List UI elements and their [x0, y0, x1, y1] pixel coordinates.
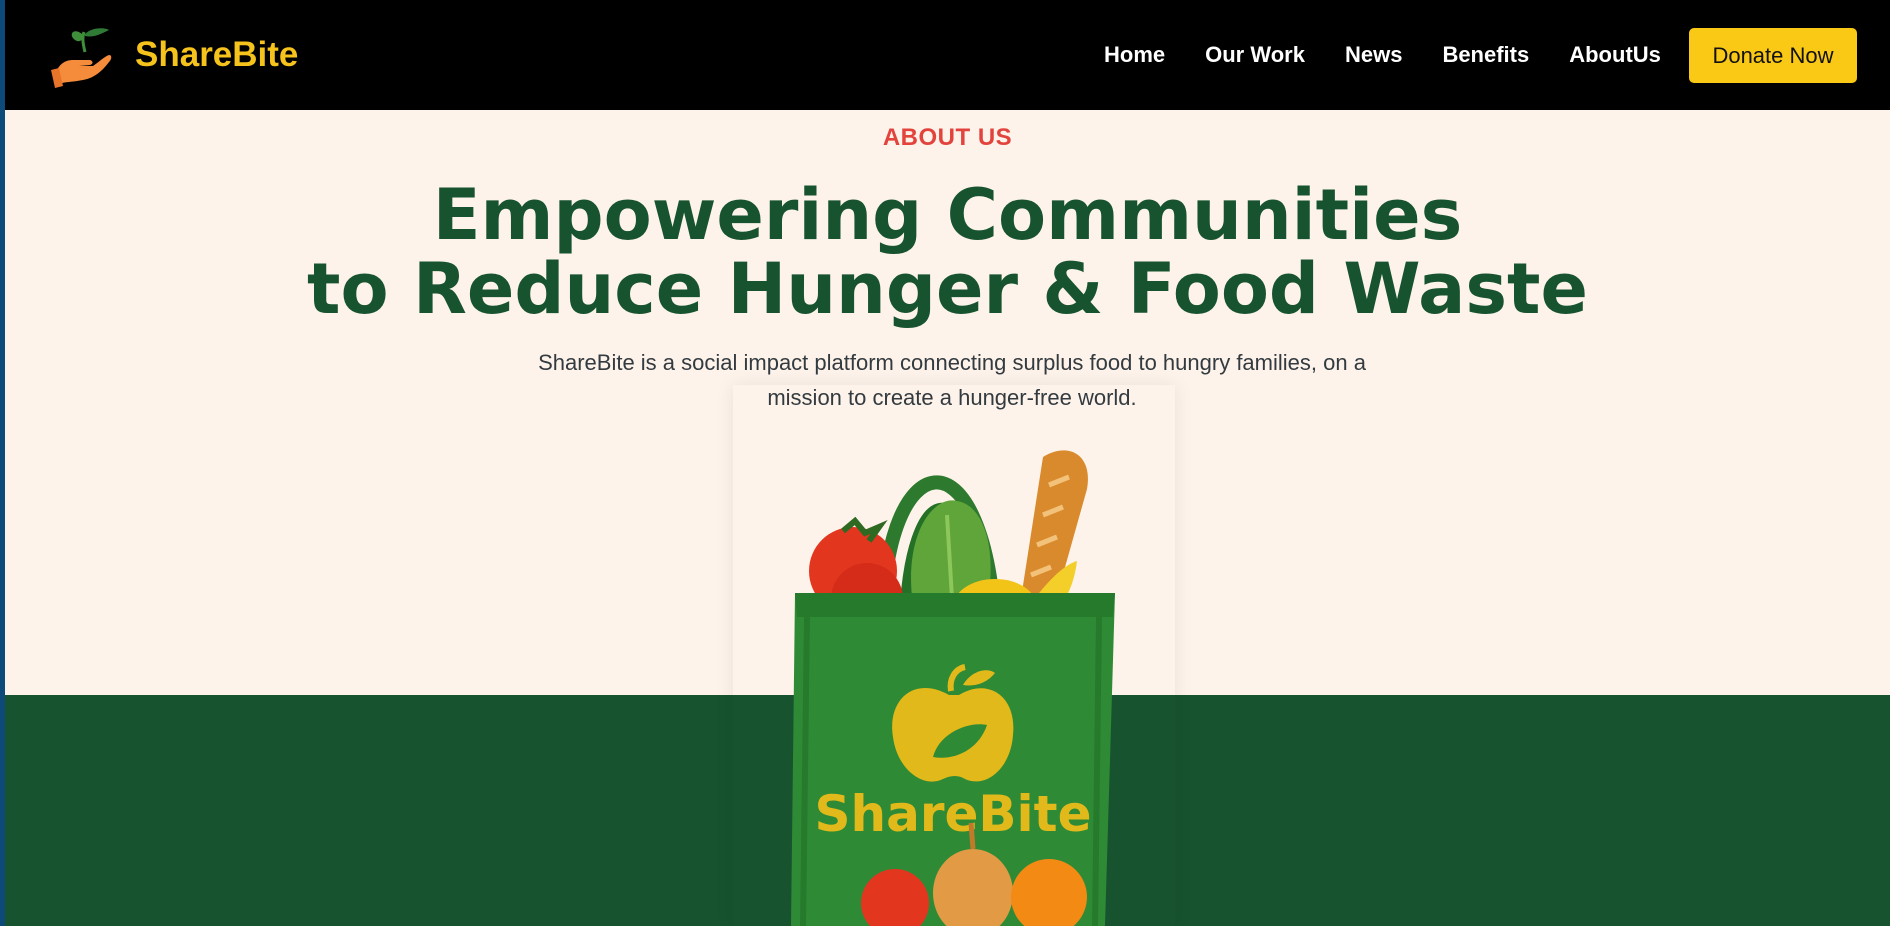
headline-line-2: to Reduce Hunger & Food Waste — [307, 248, 1588, 330]
nav-links: Home Our Work News Benefits AboutUs — [1104, 0, 1661, 110]
donate-now-button[interactable]: Donate Now — [1689, 28, 1857, 83]
bag-brand-text: ShareBite — [815, 785, 1092, 843]
nav-home[interactable]: Home — [1104, 42, 1165, 68]
page: ShareBite Home Our Work News Benefits Ab… — [5, 0, 1890, 926]
nav-about-us[interactable]: AboutUs — [1569, 42, 1661, 68]
brand-name: ShareBite — [135, 35, 299, 74]
brand[interactable]: ShareBite — [49, 22, 298, 88]
grocery-bag-image: ShareBite — [791, 450, 1115, 926]
navbar: ShareBite Home Our Work News Benefits Ab… — [5, 0, 1890, 110]
section-eyebrow: ABOUT US — [882, 124, 1013, 151]
nav-benefits[interactable]: Benefits — [1442, 42, 1529, 68]
nav-news[interactable]: News — [1345, 42, 1402, 68]
headline-line-1: Empowering Communities — [432, 174, 1463, 256]
nav-our-work[interactable]: Our Work — [1205, 42, 1305, 68]
hand-holding-sprout-icon — [51, 28, 112, 88]
page-title: Empowering Communities to Reduce Hunger … — [5, 178, 1890, 326]
